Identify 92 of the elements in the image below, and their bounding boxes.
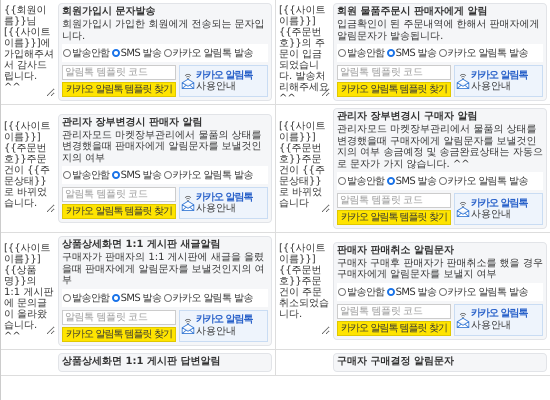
radio-label[interactable]: 발송안함: [72, 290, 110, 304]
radio-button[interactable]: [112, 49, 120, 57]
find-template-button[interactable]: 카카오 알림톡 템플릿 찾기: [62, 326, 176, 342]
setting-description: 입금확인이 된 주문내역에 한해서 판매자에게 알림문자가 발송됩니다.: [337, 19, 541, 42]
envelope-icon: [456, 310, 470, 329]
envelope-icon: [456, 72, 470, 90]
radio-label[interactable]: 발송안함: [72, 168, 110, 182]
guide-panel[interactable]: 카카오 알림톡 사용안내: [454, 65, 543, 97]
guide-subtitle: 사용안내: [471, 209, 512, 220]
message-field[interactable]: {{회원이름}}님 [{{사이트이름}}]에 가입해주셔서 감사드립니다. ^^: [4, 4, 55, 96]
radio-button[interactable]: [386, 49, 395, 57]
envelope-icon: [181, 72, 195, 90]
radio-button[interactable]: [164, 49, 172, 57]
find-template-button[interactable]: 카카오 알림톡 템플릿 찾기: [337, 210, 451, 225]
guide-panel[interactable]: 카카오 알림톡 사용안내: [454, 304, 543, 336]
template-code-field[interactable]: 알림톡 템플릿 코드: [62, 310, 176, 324]
setting-title: 판매자 판매취소 알림문자: [337, 244, 455, 257]
radio-button[interactable]: [438, 288, 447, 296]
radio-button[interactable]: [112, 294, 120, 302]
radio-button[interactable]: [63, 294, 71, 302]
envelope-icon: [181, 316, 195, 334]
find-template-button[interactable]: 카카오 알림톡 템플릿 찾기: [62, 204, 176, 220]
guide-subtitle: 사용안내: [196, 81, 237, 92]
setting-description: 구매자 구매후 판매자가 판매취소를 했을 경우 구매자에게 알림문자를 보낼지 여부: [337, 258, 543, 281]
setting-title: 관리자 장부변경시 구매자 알림: [337, 111, 478, 123]
radio-label[interactable]: SMS 발송: [120, 168, 162, 182]
radio-label[interactable]: SMS 발송: [396, 174, 437, 188]
radio-button[interactable]: [338, 177, 346, 185]
message-field[interactable]: [{{사이트이름}}] {{주문번호}}주문건이 주문취소되었습니다.: [279, 243, 330, 336]
guide-title: 카카오 알림톡: [471, 70, 528, 81]
radio-label[interactable]: 카카오 알림톡 발송: [172, 46, 253, 60]
setting-title: 회원 물품주문시 판매자에게 알림: [337, 6, 488, 18]
find-template-button[interactable]: 카카오 알림톡 템플릿 찾기: [337, 82, 451, 97]
radio-label[interactable]: 카카오 알림톡 발송: [448, 46, 528, 60]
guide-panel[interactable]: 카카오 알림톡 사용안내: [179, 310, 268, 342]
radio-button[interactable]: [63, 171, 71, 180]
find-template-button[interactable]: 카카오 알림톡 템플릿 찾기: [62, 82, 176, 97]
message-field[interactable]: [{{사이트이름}}] {{상품명}}의 1:1 게시판에 문의글이 올라왔습니다. ^^: [4, 243, 55, 336]
radio-button[interactable]: [438, 177, 447, 185]
radio-label[interactable]: 카카오 알림톡 발송: [172, 168, 253, 182]
setting-title: 관리자 장부변경시 판매자 알림: [62, 116, 204, 129]
guide-subtitle: 사용안내: [196, 203, 237, 215]
radio-label[interactable]: 카카오 알림톡 발송: [448, 284, 528, 299]
guide-title: 카카오 알림톡: [471, 308, 528, 320]
radio-label[interactable]: 발송안함: [347, 46, 385, 60]
guide-panel[interactable]: 카카오 알림톡 사용안내: [454, 193, 543, 225]
envelope-icon: [181, 194, 195, 212]
setting-description: 관리자모드 마켓장부관리에서 물품의 상태를 변경했을때 구매자에게 알림문자를 보낼것인지의 여부 송금예정 및 송금완료상태는 자동으로 문자가 가지 않습니다. ^^: [337, 124, 543, 170]
template-code-field[interactable]: 알림톡 템플릿 코드: [62, 187, 176, 202]
envelope-icon: [456, 200, 470, 218]
radio-button[interactable]: [338, 288, 346, 296]
guide-title: 카카오 알림톡: [196, 314, 252, 326]
setting-title: 구매자 구매결정 알림문자: [337, 356, 455, 368]
radio-label[interactable]: 발송안함: [347, 174, 385, 188]
message-field[interactable]: [{{사이트이름}}] {{주문번호}}의 주문이 입금되었습니다. 발송처리해주세요 ^^: [279, 4, 330, 96]
template-code-field[interactable]: 알림톡 템플릿 코드: [337, 193, 451, 208]
radio-label[interactable]: 발송안함: [72, 46, 110, 60]
template-code-field[interactable]: 알림톡 템플릿 코드: [62, 65, 176, 80]
radio-label[interactable]: 발송안함: [347, 284, 385, 299]
template-code-field[interactable]: 알림톡 템플릿 코드: [337, 304, 451, 319]
message-field[interactable]: [{{사이트이름}}] {{주문번호}}주문건이 {{주문상태}}로 바뀌었습니다: [279, 121, 330, 213]
radio-button[interactable]: [338, 49, 346, 57]
setting-description: 관리자모드 마켓장부관리에서 물품의 상태를 변경했을때 판매자에게 알림문자를 보낼것인지의 여부: [62, 130, 263, 164]
radio-label[interactable]: 카카오 알림톡 발송: [448, 174, 528, 188]
radio-button[interactable]: [164, 171, 172, 180]
radio-label[interactable]: SMS 발송: [120, 290, 162, 304]
setting-title: 회원가입시 문자발송: [62, 6, 156, 18]
message-field[interactable]: [{{사이트이름}}] {{주문번호}}주문건이 {{주문상태}}로 바뀌었습니다.: [4, 121, 55, 213]
radio-label[interactable]: 카카오 알림톡 발송: [172, 290, 253, 304]
guide-panel[interactable]: 카카오 알림톡 사용안내: [179, 65, 268, 97]
guide-subtitle: 사용안내: [471, 81, 512, 92]
setting-title: 상품상세화면 1:1 게시판 새글알림: [62, 239, 222, 251]
setting-title: 상품상세화면 1:1 게시판 답변알림: [62, 356, 222, 368]
radio-label[interactable]: SMS 발송: [120, 46, 162, 60]
guide-subtitle: 사용안내: [471, 320, 512, 332]
radio-button[interactable]: [386, 177, 395, 185]
radio-button[interactable]: [63, 49, 71, 57]
radio-button[interactable]: [386, 288, 395, 296]
setting-description: 구매자가 판매자의 1:1 게시판에 새글을 올렸을때 판매자에게 알림문자를 보낼것인지의 여부: [62, 252, 266, 286]
guide-title: 카카오 알림톡: [196, 70, 252, 81]
find-template-button[interactable]: 카카오 알림톡 템플릿 찾기: [337, 320, 451, 336]
radio-label[interactable]: SMS 발송: [396, 46, 437, 60]
guide-title: 카카오 알림톡: [471, 198, 528, 209]
guide-title: 카카오 알림톡: [196, 192, 252, 204]
guide-panel[interactable]: 카카오 알림톡 사용안내: [179, 187, 268, 220]
radio-button[interactable]: [164, 294, 172, 302]
radio-button[interactable]: [112, 171, 120, 180]
setting-description: 회원가입시 가입한 회원에게 전송되는 문자입니다.: [62, 19, 266, 42]
radio-label[interactable]: SMS 발송: [396, 284, 437, 299]
guide-subtitle: 사용안내: [196, 326, 237, 337]
radio-button[interactable]: [438, 49, 447, 57]
template-code-field[interactable]: 알림톡 템플릿 코드: [337, 65, 451, 80]
